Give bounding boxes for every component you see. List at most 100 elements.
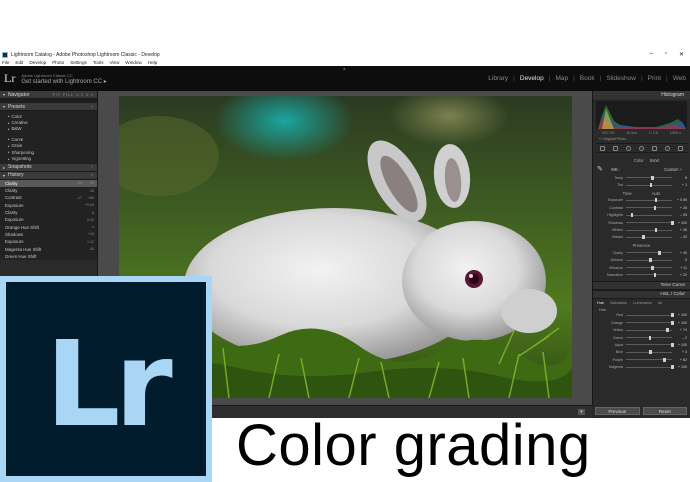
slider-handle[interactable] <box>653 272 657 277</box>
slider-handle[interactable] <box>630 213 634 218</box>
slider-value[interactable]: + 62 <box>675 358 687 362</box>
treatment-bw[interactable]: B&W <box>650 158 660 163</box>
hsl-tab-luminance[interactable]: Luminance <box>633 301 652 305</box>
slider-handle[interactable] <box>649 183 653 188</box>
slider-value[interactable]: + 11 <box>675 266 687 270</box>
history-step[interactable]: Clarity -46 46 <box>0 179 97 188</box>
slider-value[interactable]: 6 <box>675 176 687 180</box>
slider-handle[interactable] <box>651 265 654 270</box>
slider-value[interactable]: + 100 <box>675 365 687 369</box>
history-step[interactable]: Clarity 28 <box>0 187 97 194</box>
slider-value[interactable]: + 0.95 <box>675 198 687 202</box>
slider-handle[interactable] <box>663 357 666 362</box>
histogram[interactable] <box>596 101 687 129</box>
radial-filter-icon[interactable] <box>665 145 670 151</box>
presets-header[interactable]: ▾ Presets + <box>0 103 97 111</box>
history-step[interactable]: Green Hue Shift <box>0 253 97 260</box>
slider-handle[interactable] <box>642 235 645 240</box>
slider-track[interactable] <box>626 350 672 355</box>
slider-value[interactable]: + 40 <box>675 251 687 255</box>
navigator-header[interactable]: ▾ Navigator FIT FILL 1:1 3:1 <box>0 91 97 99</box>
spot-removal-icon[interactable] <box>626 145 631 151</box>
slider-handle[interactable] <box>671 313 674 318</box>
menu-item-help[interactable]: Help <box>148 60 157 65</box>
slider-track[interactable] <box>626 205 672 210</box>
history-step[interactable]: Magenta Hue Shift -40 <box>0 245 97 252</box>
history-step[interactable]: Contrast -17 +80 <box>0 194 97 201</box>
slider-value[interactable]: + 74 <box>675 328 687 332</box>
collapse-top-panel-icon[interactable]: ▴ <box>343 66 346 72</box>
crop-tool-icon[interactable] <box>613 145 618 151</box>
slider-value[interactable]: + 3 <box>675 350 687 354</box>
module-print[interactable]: Print <box>648 75 661 82</box>
hsl-tab-all[interactable]: All <box>658 301 662 305</box>
slider-handle[interactable] <box>651 175 654 180</box>
navigator-zoom-options[interactable]: FIT FILL 1:1 3:1 <box>53 93 94 97</box>
slider-track[interactable] <box>626 320 674 325</box>
slider-value[interactable]: + 28 <box>675 206 687 210</box>
slider-handle[interactable] <box>654 198 658 203</box>
slider-handle[interactable] <box>648 335 652 340</box>
menu-item-file[interactable]: File <box>2 60 9 65</box>
slider-handle[interactable] <box>671 320 674 325</box>
histogram-header[interactable]: Histogram <box>593 91 690 99</box>
maximize-icon[interactable]: ▫ <box>665 51 667 58</box>
slider-value[interactable]: – 33 <box>675 235 687 239</box>
tone-curve-header[interactable]: Tone Curve <box>593 280 690 290</box>
slider-track[interactable] <box>626 198 672 203</box>
menu-item-photo[interactable]: Photo <box>52 60 64 65</box>
slider-track[interactable] <box>626 213 672 218</box>
slider-value[interactable]: + 26 <box>675 228 687 232</box>
add-preset-icon[interactable]: + <box>91 105 94 109</box>
hsl-tab-hue[interactable]: Hue <box>597 301 604 305</box>
slider-track[interactable] <box>626 228 672 233</box>
module-library[interactable]: Library <box>488 75 508 82</box>
treatment-color[interactable]: Color <box>634 158 644 163</box>
slider-track[interactable] <box>626 342 674 347</box>
slider-value[interactable]: + 22 <box>675 273 687 277</box>
identity-get-started[interactable]: Get started with Lightroom CC ▸ <box>21 78 106 85</box>
slider-track[interactable] <box>626 335 672 340</box>
slider-track[interactable] <box>626 250 672 255</box>
slider-value[interactable]: 0 <box>675 258 687 262</box>
module-web[interactable]: Web <box>673 75 686 82</box>
slider-handle[interactable] <box>671 342 674 347</box>
slider-track[interactable] <box>626 313 674 318</box>
snapshots-header[interactable]: ▸ Snapshots + <box>0 163 97 172</box>
slider-track[interactable] <box>626 220 674 225</box>
slider-track[interactable] <box>626 235 672 240</box>
history-step[interactable]: Shadows +15 <box>0 231 97 238</box>
wb-dropdown[interactable]: Custom ÷ <box>664 167 682 172</box>
eyedropper-icon[interactable]: ✎ <box>597 165 603 173</box>
slider-track[interactable] <box>626 357 672 362</box>
minimize-icon[interactable]: – <box>649 51 652 58</box>
module-book[interactable]: Book <box>580 75 595 82</box>
module-develop[interactable]: Develop <box>520 75 544 82</box>
history-step[interactable]: Exposure 0.43 <box>0 216 97 223</box>
history-step[interactable]: Orange Hue Shift -1 <box>0 224 97 231</box>
history-step[interactable]: Exposure +0.60 <box>0 202 97 209</box>
previous-button[interactable]: Previous <box>595 407 640 415</box>
preset-folder[interactable]: ▸ Vignetting <box>0 155 97 161</box>
auto-tone-button[interactable]: Auto <box>652 191 661 196</box>
slider-track[interactable] <box>626 175 672 180</box>
history-step[interactable]: Clarity 8 <box>0 209 97 216</box>
menu-item-settings[interactable]: Settings <box>70 60 87 65</box>
hsl-header[interactable]: HSL / Color <box>593 289 690 299</box>
original-photo-checkbox[interactable]: ☐ Original Photo <box>593 137 690 141</box>
menu-item-develop[interactable]: Develop <box>29 60 46 65</box>
slider-handle[interactable] <box>671 365 674 370</box>
menu-item-window[interactable]: Window <box>125 60 141 65</box>
reset-button[interactable]: Reset <box>642 407 687 415</box>
history-step[interactable]: Exposure 1.12 <box>0 238 97 245</box>
slider-handle[interactable] <box>649 258 652 263</box>
add-snapshot-icon[interactable]: + <box>91 165 94 169</box>
slider-track[interactable] <box>626 328 672 333</box>
slider-value[interactable]: + 100 <box>675 221 687 225</box>
slider-value[interactable]: + 100 <box>675 321 687 325</box>
slider-track[interactable] <box>626 365 674 370</box>
graduated-filter-icon[interactable] <box>652 145 657 151</box>
slider-handle[interactable] <box>654 228 658 233</box>
slider-value[interactable]: – 93 <box>675 213 687 217</box>
slider-track[interactable] <box>626 258 672 263</box>
